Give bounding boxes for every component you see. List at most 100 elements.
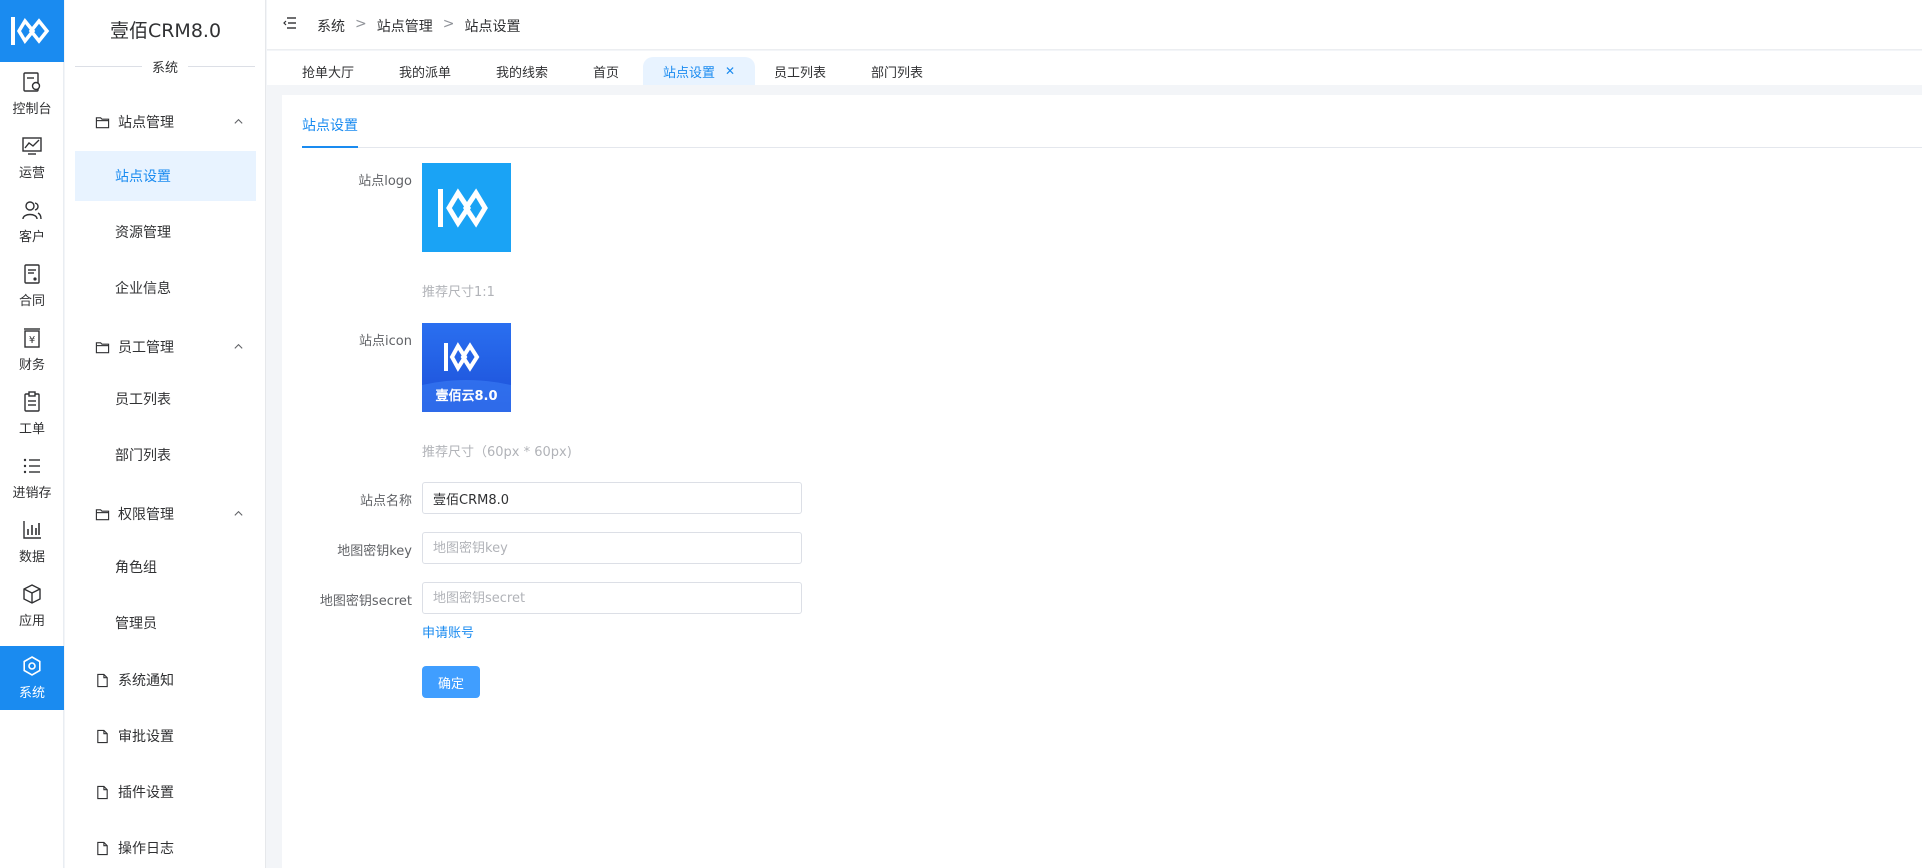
customer-icon <box>22 201 42 220</box>
sidebar-item-label: 操作日志 <box>118 841 174 857</box>
rail-item-contract[interactable]: 合同 <box>0 254 64 318</box>
finance-icon: ¥ <box>24 328 40 348</box>
breadcrumb-item[interactable]: 站点管理 <box>377 16 433 36</box>
sidebar-item-label: 角色组 <box>115 560 157 576</box>
sidebar-item-staff-list[interactable]: 员工列表 <box>75 374 256 424</box>
rail-label: 进销存 <box>12 486 52 501</box>
sidebar-item-resources[interactable]: 资源管理 <box>75 207 256 257</box>
sidebar-item-company-info[interactable]: 企业信息 <box>75 263 256 313</box>
breadcrumb-item: 站点设置 <box>464 19 521 35</box>
document-icon <box>97 841 108 855</box>
sidebar-group-label: 员工管理 <box>118 340 174 356</box>
rail-label: 客户 <box>18 230 45 245</box>
sidebar-item-plugins[interactable]: 插件设置 <box>65 772 266 812</box>
rail-item-inventory[interactable]: 进销存 <box>0 446 64 510</box>
divider <box>302 147 1922 148</box>
svg-text:¥: ¥ <box>29 335 35 346</box>
confirm-button[interactable]: 确定 <box>422 666 480 698</box>
tab-my-leads[interactable]: 我的线索 <box>496 57 548 85</box>
sidebar-group-label: 站点管理 <box>118 115 174 131</box>
sidebar-item-label: 系统通知 <box>118 673 174 689</box>
map-secret-input[interactable] <box>422 582 802 614</box>
rail-item-system[interactable]: 系统 <box>0 646 64 710</box>
app-logo[interactable] <box>0 0 64 62</box>
map-key-input[interactable] <box>422 532 802 564</box>
sidebar-item-label: 审批设置 <box>118 729 174 745</box>
sidebar-item-logs[interactable]: 操作日志 <box>65 828 266 868</box>
sidebar-group-site[interactable]: 站点管理 <box>65 102 266 142</box>
sidebar-item-department-list[interactable]: 部门列表 <box>75 430 256 480</box>
ticket-icon <box>24 391 40 412</box>
document-icon <box>97 729 108 743</box>
tab-staff-list[interactable]: 员工列表 <box>774 57 826 85</box>
folder-icon <box>95 508 110 520</box>
rail-item-customer[interactable]: 客户 <box>0 190 64 254</box>
sidebar: 壹佰CRM8.0 系统 站点管理 站点设置 资源管理 企业信息 员工管理 员工列… <box>65 0 266 868</box>
rail-item-ticket[interactable]: 工单 <box>0 382 64 446</box>
breadcrumb-separator: > <box>355 16 367 32</box>
sidebar-item-roles[interactable]: 角色组 <box>75 542 256 592</box>
tab-label: 我的线索 <box>496 65 549 81</box>
rail-item-finance[interactable]: ¥ 财务 <box>0 318 64 382</box>
sidebar-item-label: 管理员 <box>115 616 157 632</box>
tab-my-dispatch[interactable]: 我的派单 <box>399 57 451 85</box>
breadcrumb-item[interactable]: 系统 <box>317 16 345 36</box>
sidebar-item-site-settings[interactable]: 站点设置 <box>75 151 256 201</box>
logo-hint: 推荐尺寸1:1 <box>422 285 495 300</box>
rail-item-operations[interactable]: 运营 <box>0 126 64 190</box>
bar-chart-icon <box>23 521 41 539</box>
sidebar-item-notifications[interactable]: 系统通知 <box>65 660 266 700</box>
tab-label: 站点设置 <box>663 65 716 81</box>
cube-icon <box>23 584 41 604</box>
rail-label: 系统 <box>18 686 45 701</box>
sidebar-section: 系统 <box>75 56 255 76</box>
rail-label: 财务 <box>18 358 45 373</box>
tab-label: 部门列表 <box>871 65 924 81</box>
gear-icon <box>23 656 41 676</box>
tab-label: 抢单大厅 <box>302 65 355 81</box>
sidebar-item-label: 资源管理 <box>115 225 171 241</box>
sidebar-item-label: 插件设置 <box>118 785 174 801</box>
sidebar-group-permissions[interactable]: 权限管理 <box>65 494 266 534</box>
sidebar-item-label: 企业信息 <box>115 281 171 297</box>
top-header: 系统 > 站点管理 > 站点设置 <box>267 0 1922 50</box>
app-rail: 控制台 运营 客户 合同 ¥ 财务 工单 进销存 数据 应用 系统 <box>0 0 64 868</box>
rail-item-data[interactable]: 数据 <box>0 510 64 574</box>
rail-label: 应用 <box>18 614 45 629</box>
sidebar-item-approval[interactable]: 审批设置 <box>65 716 266 756</box>
tab-department-list[interactable]: 部门列表 <box>871 57 923 85</box>
close-icon[interactable]: ✕ <box>725 64 735 78</box>
chevron-up-icon <box>234 510 243 516</box>
logo-upload[interactable] <box>422 163 511 252</box>
menu-fold-icon[interactable] <box>283 16 297 30</box>
site-name-input[interactable] <box>422 482 802 514</box>
rail-item-dashboard[interactable]: 控制台 <box>0 62 64 126</box>
tab-label: 员工列表 <box>774 65 827 81</box>
document-icon <box>97 785 108 799</box>
sidebar-item-label: 员工列表 <box>115 392 171 408</box>
tab-label: 我的派单 <box>399 65 452 81</box>
icon-caption: 壹佰云8.0 <box>435 389 498 404</box>
icon-hint: 推荐尺寸（60px * 60px) <box>422 445 572 460</box>
tab-site-settings[interactable]: 站点设置 ✕ <box>643 57 756 85</box>
apply-account-link[interactable]: 申请账号 <box>422 622 474 641</box>
sidebar-group-staff[interactable]: 员工管理 <box>65 327 266 367</box>
section-tab[interactable]: 站点设置 <box>302 115 358 135</box>
site-logo-image <box>422 163 511 252</box>
brand-logo-icon <box>11 17 50 45</box>
list-icon <box>23 458 40 474</box>
tab-home[interactable]: 首页 <box>593 57 619 85</box>
main-content: 站点设置 站点logo 推荐尺寸1:1 站点icon 壹佰云8.0 推荐尺寸（6… <box>282 95 1922 868</box>
breadcrumb: 系统 > 站点管理 > 站点设置 <box>317 16 520 36</box>
sidebar-item-admins[interactable]: 管理员 <box>75 598 256 648</box>
sidebar-group-label: 权限管理 <box>118 507 174 523</box>
map-secret-label: 地图密钥secret <box>319 594 412 609</box>
sidebar-item-label: 部门列表 <box>115 448 171 464</box>
rail-label: 合同 <box>18 294 45 309</box>
contract-icon <box>24 264 40 284</box>
tab-bar: 抢单大厅 我的派单 我的线索 首页 站点设置 ✕ 员工列表 部门列表 <box>267 51 1922 85</box>
rail-item-apps[interactable]: 应用 <box>0 574 64 638</box>
map-key-label: 地图密钥key <box>337 544 412 559</box>
icon-upload[interactable]: 壹佰云8.0 <box>422 323 511 412</box>
tab-grab-order[interactable]: 抢单大厅 <box>302 57 354 85</box>
